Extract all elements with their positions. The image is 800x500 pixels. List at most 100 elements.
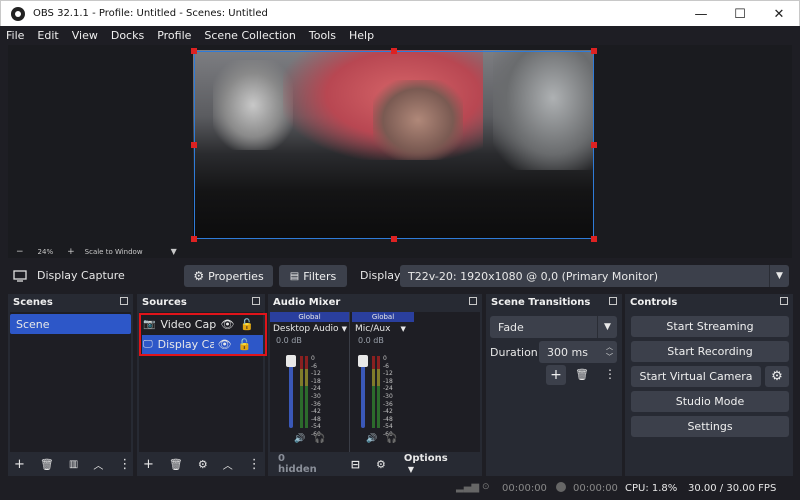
volume-db: 0.0 dB bbox=[358, 336, 384, 345]
menu-docks[interactable]: Docks bbox=[105, 29, 151, 42]
source-item-video-capture[interactable]: 📷 Video Cap 👁 🔓 bbox=[143, 316, 261, 333]
advanced-audio-icon[interactable]: ⚙ bbox=[376, 458, 386, 471]
status-bar: ▂▄▆ ⊙ 00:00:00 00:00:00 CPU: 1.8% 30.00 … bbox=[0, 478, 800, 500]
resize-handle[interactable] bbox=[591, 236, 597, 242]
layout-toggle-icon[interactable]: ⊟ bbox=[351, 458, 360, 471]
db-scale: 0 -6 -12 -18 -24 -30 -36 -42 -48 -54 -60 bbox=[311, 355, 321, 438]
virtual-camera-settings-gear-icon[interactable]: ⚙ bbox=[765, 366, 789, 387]
audio-mixer-dock: Audio Mixer Global Desktop Audio ▼ 0.0 dB… bbox=[268, 294, 482, 476]
chevron-down-icon: ▼ bbox=[407, 465, 415, 474]
options-button[interactable]: Options ▼ bbox=[404, 453, 467, 475]
maximize-button[interactable]: ☐ bbox=[720, 1, 760, 28]
record-time: 00:00:00 bbox=[573, 483, 618, 494]
menu-help[interactable]: Help bbox=[343, 29, 381, 42]
scene-filter-icon[interactable]: ▥ bbox=[69, 459, 78, 470]
resize-handle[interactable] bbox=[191, 142, 197, 148]
stream-status-icon: ⊙ bbox=[482, 482, 490, 492]
camera-icon: 📷 bbox=[143, 319, 156, 330]
display-select[interactable]: T22v-20: 1920x1080 @ 0,0 (Primary Monito… bbox=[400, 265, 789, 287]
headphones-icon[interactable]: 🎧 bbox=[314, 434, 325, 444]
controls-dock: Controls Start Streaming Start Recording… bbox=[625, 294, 793, 476]
eye-icon[interactable]: 👁 bbox=[218, 338, 232, 351]
channel-name-dropdown[interactable]: Desktop Audio ▼ bbox=[270, 322, 349, 336]
menu-edit[interactable]: Edit bbox=[31, 29, 65, 42]
resize-handle[interactable] bbox=[191, 48, 197, 54]
minimize-button[interactable]: — bbox=[681, 1, 721, 28]
undock-icon[interactable] bbox=[469, 297, 477, 305]
trash-icon[interactable]: 🗑 bbox=[169, 458, 183, 471]
eye-icon[interactable]: 👁 bbox=[220, 318, 234, 331]
stream-time: 00:00:00 bbox=[502, 483, 547, 494]
resize-handle[interactable] bbox=[591, 142, 597, 148]
menu-scene-collection[interactable]: Scene Collection bbox=[198, 29, 302, 42]
resize-handle[interactable] bbox=[391, 48, 397, 54]
properties-button[interactable]: ⚙ Properties bbox=[184, 265, 273, 287]
transition-type-select[interactable]: Fade ▼ bbox=[490, 316, 617, 338]
start-virtual-camera-button[interactable]: Start Virtual Camera bbox=[631, 366, 761, 387]
start-recording-button[interactable]: Start Recording bbox=[631, 341, 789, 362]
trash-icon[interactable]: 🗑 bbox=[40, 458, 54, 471]
more-options-icon[interactable]: ⋮ bbox=[248, 457, 261, 472]
add-source-button[interactable]: + bbox=[143, 457, 154, 472]
stepper-icon[interactable]: ︿ ﹀ bbox=[606, 342, 613, 362]
chevron-down-icon: ▼ bbox=[341, 325, 347, 333]
monitor-icon: 🖵 bbox=[143, 339, 153, 350]
speaker-icon[interactable]: 🔊 bbox=[366, 434, 377, 444]
lock-icon[interactable]: 🔓 bbox=[238, 338, 252, 351]
move-up-icon[interactable]: ︿ bbox=[93, 457, 103, 472]
more-options-icon[interactable]: ⋮ bbox=[118, 457, 131, 472]
zoom-out-button[interactable]: − bbox=[16, 247, 24, 257]
volume-slider[interactable] bbox=[361, 360, 365, 428]
undock-icon[interactable] bbox=[780, 297, 788, 305]
add-transition-button[interactable]: + bbox=[546, 365, 566, 385]
preview-vertical-scrollbar[interactable] bbox=[780, 45, 792, 258]
menu-profile[interactable]: Profile bbox=[151, 29, 198, 42]
fps-readout: 30.00 / 30.00 FPS bbox=[688, 483, 777, 494]
lock-icon[interactable]: 🔓 bbox=[240, 318, 254, 331]
channel-name-dropdown[interactable]: Mic/Aux ▼ bbox=[352, 322, 414, 336]
zoom-bar: − 24% + Scale to Window ▼ bbox=[8, 245, 780, 258]
mixer-channel-mic: Global Mic/Aux ▼ 0.0 dB 0 -6 -12 -18 -24 -30 -3… bbox=[352, 312, 414, 452]
add-scene-button[interactable]: + bbox=[14, 457, 25, 472]
duration-input[interactable]: 300 ms ︿ ﹀ bbox=[539, 341, 617, 363]
hidden-count[interactable]: 0 hidden bbox=[278, 453, 317, 475]
resize-handle[interactable] bbox=[591, 48, 597, 54]
scene-transitions-title: Scene Transitions bbox=[491, 296, 591, 308]
level-meter bbox=[300, 356, 303, 428]
menu-view[interactable]: View bbox=[66, 29, 105, 42]
undock-icon[interactable] bbox=[120, 297, 128, 305]
monitor-icon bbox=[13, 270, 27, 282]
sources-title: Sources bbox=[142, 296, 187, 308]
scene-item[interactable]: Scene bbox=[10, 314, 131, 334]
speaker-icon[interactable]: 🔊 bbox=[294, 434, 305, 444]
headphones-icon[interactable]: 🎧 bbox=[386, 434, 397, 444]
studio-mode-button[interactable]: Studio Mode bbox=[631, 391, 789, 412]
scale-to-window-label[interactable]: Scale to Window bbox=[85, 248, 143, 256]
undock-icon[interactable] bbox=[252, 297, 260, 305]
menu-file[interactable]: File bbox=[0, 29, 31, 42]
move-up-icon[interactable]: ︿ bbox=[223, 457, 233, 472]
more-options-icon[interactable]: ⋮ bbox=[604, 367, 616, 381]
resize-handle[interactable] bbox=[391, 236, 397, 242]
mixer-channel-desktop: Global Desktop Audio ▼ 0.0 dB 0 -6 -12 -18 -2… bbox=[270, 312, 350, 452]
volume-slider-handle[interactable] bbox=[286, 355, 296, 367]
close-window-button[interactable]: ✕ bbox=[759, 1, 799, 28]
filters-button[interactable]: ▤ Filters bbox=[279, 265, 347, 287]
level-meter bbox=[305, 356, 308, 428]
start-streaming-button[interactable]: Start Streaming bbox=[631, 316, 789, 337]
menu-tools[interactable]: Tools bbox=[303, 29, 343, 42]
context-bar: Display Capture ⚙ Properties ▤ Filters Dis… bbox=[0, 263, 800, 289]
resize-handle[interactable] bbox=[191, 236, 197, 242]
volume-slider-handle[interactable] bbox=[358, 355, 368, 367]
zoom-dropdown-icon[interactable]: ▼ bbox=[171, 247, 177, 256]
settings-button[interactable]: Settings bbox=[631, 416, 789, 437]
undock-icon[interactable] bbox=[609, 297, 617, 305]
source-item-display-capture[interactable]: 🖵 Display Ca 👁 🔓 bbox=[142, 335, 263, 354]
zoom-in-button[interactable]: + bbox=[67, 247, 75, 257]
scenes-list: Scene bbox=[10, 312, 131, 452]
source-selection-box[interactable] bbox=[194, 51, 594, 239]
volume-slider[interactable] bbox=[289, 360, 293, 428]
gear-icon[interactable]: ⚙ bbox=[198, 458, 208, 471]
trash-icon[interactable]: 🗑 bbox=[575, 368, 589, 381]
scenes-title: Scenes bbox=[13, 296, 53, 308]
